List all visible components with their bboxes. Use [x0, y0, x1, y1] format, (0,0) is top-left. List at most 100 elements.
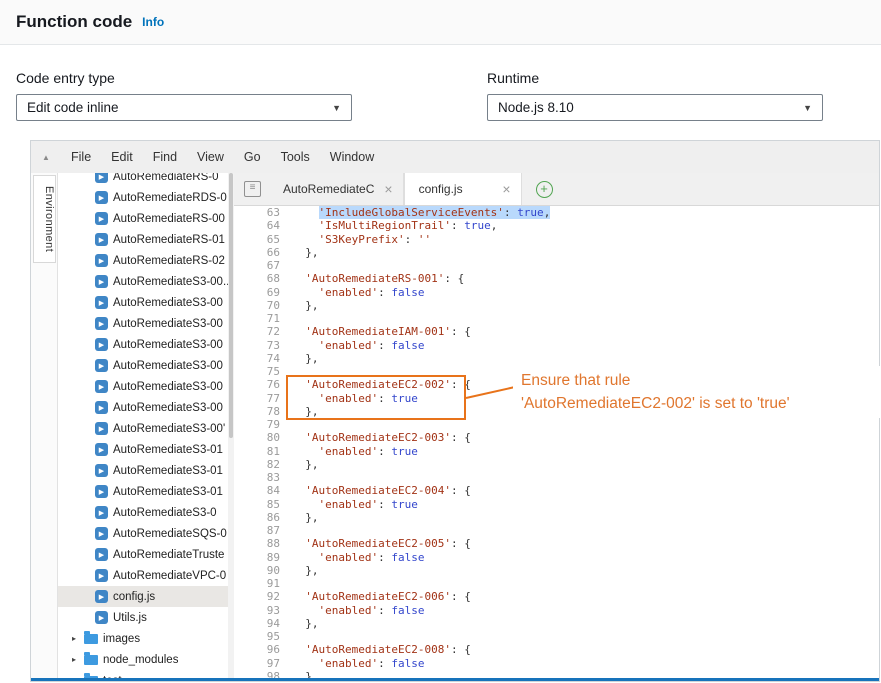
tab-list-icon[interactable]: ≡ — [244, 181, 261, 197]
code-line[interactable]: 'IncludeGlobalServiceEvents': true, — [292, 206, 879, 219]
code-line[interactable]: 'AutoRemediateEC2-008': { — [292, 643, 879, 656]
tree-item-autoremediates3-00[interactable]: ▶AutoRemediateS3-00 — [58, 313, 228, 334]
tree-item-autoremediates3-00[interactable]: ▶AutoRemediateS3-00 — [58, 397, 228, 418]
collapse-icon[interactable]: ▲ — [31, 153, 61, 162]
code-line[interactable] — [292, 524, 879, 537]
tree-item-autoremediates3-00[interactable]: ▶AutoRemediateS3-00 — [58, 334, 228, 355]
code-line[interactable] — [292, 471, 879, 484]
tree-item-autoremediatesqs-0[interactable]: ▶AutoRemediateSQS-0 — [58, 523, 228, 544]
code-line[interactable]: }, — [292, 617, 879, 630]
tree-item-label: node_modules — [103, 654, 178, 666]
js-file-icon: ▶ — [95, 443, 108, 456]
code-line[interactable]: 'enabled': false — [292, 286, 879, 299]
js-file-icon: ▶ — [95, 296, 108, 309]
code-line[interactable]: }, — [292, 458, 879, 471]
code-line[interactable]: 'enabled': false — [292, 551, 879, 564]
tree-item-label: AutoRemediateRDS-0 — [113, 192, 227, 204]
line-number: 91 — [234, 577, 280, 590]
code-line[interactable] — [292, 577, 879, 590]
code-line[interactable]: 'enabled': false — [292, 339, 879, 352]
code-line[interactable]: 'AutoRemediateEC2-005': { — [292, 537, 879, 550]
line-number: 72 — [234, 325, 280, 338]
menu-go[interactable]: Go — [234, 150, 271, 164]
tree-item-images[interactable]: ▸images — [58, 628, 228, 649]
code-line[interactable]: 'AutoRemediateRS-001': { — [292, 272, 879, 285]
code-line[interactable]: 'AutoRemediateEC2-004': { — [292, 484, 879, 497]
environment-tab-label: Environment — [43, 186, 55, 252]
runtime-field: Runtime Node.js 8.10 ▼ — [487, 70, 823, 121]
tree-item-autoremediates3-00[interactable]: ▶AutoRemediateS3-00' — [58, 418, 228, 439]
code-line[interactable]: }, — [292, 511, 879, 524]
code-line[interactable] — [292, 630, 879, 643]
tree-item-autoremediates3-00[interactable]: ▶ AutoRemediateS3-00... — [58, 271, 228, 292]
tree-item-autoremediates3-01[interactable]: ▶AutoRemediateS3-01 — [58, 460, 228, 481]
js-file-icon: ▶ — [95, 611, 108, 624]
tree-item-utils-js[interactable]: ▶Utils.js — [58, 607, 228, 628]
annotation: Ensure that rule 'AutoRemediateEC2-002' … — [513, 366, 881, 418]
menu-find[interactable]: Find — [143, 150, 187, 164]
tree-item-autoremediates3-01[interactable]: ▶AutoRemediateS3-01 — [58, 439, 228, 460]
code-line[interactable]: 'enabled': true — [292, 445, 879, 458]
add-tab-icon[interactable]: + — [536, 181, 553, 198]
code-entry-type-select[interactable]: Edit code inline ▼ — [16, 94, 352, 121]
tree-item-autoremediaters-0[interactable]: ▶AutoRemediateRS-0 — [58, 173, 228, 187]
code-content[interactable]: 'IncludeGlobalServiceEvents': true, 'IsM… — [292, 206, 879, 681]
menu-items: FileEditFindViewGoToolsWindow — [61, 150, 384, 164]
code-line[interactable]: }, — [292, 299, 879, 312]
tree-item-label: AutoRemediateTruste — [113, 549, 224, 561]
code-line[interactable]: 'enabled': false — [292, 604, 879, 617]
code-line[interactable]: 'enabled': false — [292, 657, 879, 670]
tree-item-autoremediatevpc-0[interactable]: ▶AutoRemediateVPC-0 — [58, 565, 228, 586]
info-link[interactable]: Info — [142, 15, 164, 29]
environment-tab[interactable]: Environment — [33, 175, 56, 263]
tree-item-node-modules[interactable]: ▸ node_modules — [58, 649, 228, 670]
bottom-divider[interactable] — [31, 678, 879, 681]
line-number: 78 — [234, 405, 280, 418]
code-line[interactable] — [292, 259, 879, 272]
code-line[interactable]: 'AutoRemediateEC2-006': { — [292, 590, 879, 603]
code-line[interactable]: }, — [292, 246, 879, 259]
menu-file[interactable]: File — [61, 150, 101, 164]
chevron-right-icon[interactable]: ▸ — [72, 634, 84, 643]
tree-item-autoremediates3-00[interactable]: ▶AutoRemediateS3-00 — [58, 355, 228, 376]
line-number: 85 — [234, 498, 280, 511]
tree-item-autoremediaterds-0[interactable]: ▶AutoRemediateRDS-0 — [58, 187, 228, 208]
tree-item-autoremediates3-00[interactable]: ▶AutoRemediateS3-00 — [58, 376, 228, 397]
code-line[interactable]: 'AutoRemediateEC2-003': { — [292, 431, 879, 444]
tab-config-js[interactable]: config.js × — [404, 173, 522, 205]
tree-item-autoremediatetruste[interactable]: ▶AutoRemediateTruste — [58, 544, 228, 565]
line-number: 75 — [234, 365, 280, 378]
code-line[interactable] — [292, 312, 879, 325]
tab-autoremediatec[interactable]: AutoRemediateC× — [269, 173, 404, 205]
tab-label: config.js — [419, 182, 463, 196]
tree-item-autoremediaters-00[interactable]: ▶AutoRemediateRS-00 — [58, 208, 228, 229]
js-file-icon: ▶ — [95, 275, 108, 288]
menu-edit[interactable]: Edit — [101, 150, 143, 164]
scrollbar-thumb[interactable] — [229, 173, 233, 438]
menu-view[interactable]: View — [187, 150, 234, 164]
line-number: 66 — [234, 246, 280, 259]
menu-window[interactable]: Window — [320, 150, 384, 164]
tree-item-label: AutoRemediateS3-00 — [113, 402, 223, 414]
code-line[interactable]: 'IsMultiRegionTrail': true, — [292, 219, 879, 232]
code-line[interactable]: 'enabled': true — [292, 498, 879, 511]
tree-item-autoremediaters-02[interactable]: ▶AutoRemediateRS-02 — [58, 250, 228, 271]
tree-item-config-js[interactable]: ▶config.js — [58, 586, 228, 607]
close-icon[interactable]: × — [374, 182, 392, 196]
code-line[interactable]: 'S3KeyPrefix': '' — [292, 233, 879, 246]
line-number: 77 — [234, 392, 280, 405]
code-line[interactable]: 'AutoRemediateIAM-001': { — [292, 325, 879, 338]
runtime-select[interactable]: Node.js 8.10 ▼ — [487, 94, 823, 121]
tree-item-label: AutoRemediateS3-00... — [113, 276, 228, 288]
tree-item-autoremediates3-01[interactable]: ▶AutoRemediateS3-01 — [58, 481, 228, 502]
code-line[interactable]: }, — [292, 564, 879, 577]
menu-tools[interactable]: Tools — [271, 150, 320, 164]
chevron-right-icon[interactable]: ▸ — [72, 655, 84, 664]
code-line[interactable]: }, — [292, 352, 879, 365]
close-icon[interactable]: × — [492, 182, 510, 196]
tree-item-autoremediates3-00[interactable]: ▶AutoRemediateS3-00 — [58, 292, 228, 313]
js-file-icon: ▶ — [95, 590, 108, 603]
tree-item-autoremediates3-0[interactable]: ▶AutoRemediateS3-0 — [58, 502, 228, 523]
tree-item-autoremediaters-01[interactable]: ▶AutoRemediateRS-01 — [58, 229, 228, 250]
runtime-value: Node.js 8.10 — [498, 100, 574, 115]
